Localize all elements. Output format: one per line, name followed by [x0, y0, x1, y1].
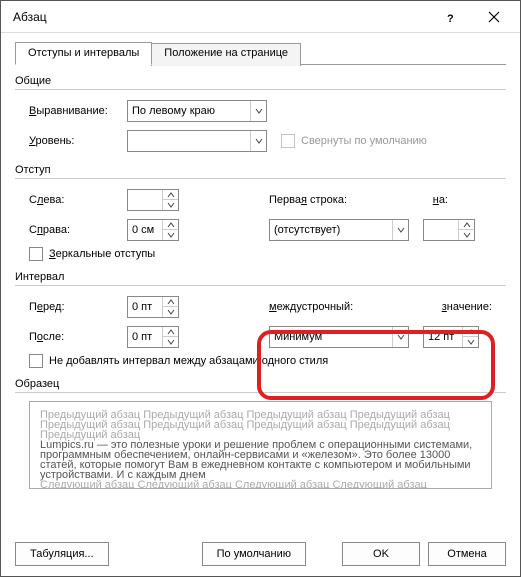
alignment-combo[interactable] [127, 100, 267, 122]
group-indent: Отступ Слева: Первая строка: на: Справа: [15, 164, 506, 261]
chevron-down-icon[interactable] [250, 101, 266, 121]
footer: Табуляция... По умолчанию OK Отмена [1, 532, 520, 576]
after-label: После: [15, 331, 127, 343]
help-button[interactable]: ? [428, 2, 472, 32]
nospace-checkbox[interactable] [29, 354, 43, 368]
ok-button[interactable]: OK [342, 542, 420, 566]
chevron-down-icon[interactable] [392, 327, 408, 347]
tabstrip: Отступы и интервалы Положение на страниц… [15, 41, 506, 65]
up-icon[interactable] [459, 220, 474, 230]
level-value[interactable] [128, 131, 250, 151]
up-icon[interactable] [163, 220, 178, 230]
indent-left-spinner[interactable] [127, 189, 179, 211]
indent-by-spinner[interactable] [423, 219, 475, 241]
group-preview-label: Образец [15, 378, 506, 390]
tabs-button[interactable]: Табуляция... [15, 542, 109, 566]
mirror-checkbox[interactable] [29, 247, 43, 261]
down-icon[interactable] [163, 230, 178, 240]
down-icon[interactable] [163, 200, 178, 210]
indent-left-label: Слева: [15, 194, 127, 206]
dialog-title: Абзац [13, 10, 428, 24]
tab-position[interactable]: Положение на странице [151, 43, 301, 66]
tab-indents[interactable]: Отступы и интервалы [15, 42, 152, 65]
after-spinner[interactable] [127, 326, 179, 348]
paragraph-dialog: Абзац ? Отступы и интервалы Положение на… [0, 0, 521, 577]
alignment-label: Выравнивание: [15, 105, 127, 117]
before-spinner[interactable] [127, 296, 179, 318]
line-spacing-combo[interactable] [269, 326, 409, 348]
down-icon[interactable] [463, 337, 478, 347]
first-line-label: Первая строка: [269, 194, 347, 206]
at-spinner[interactable] [423, 326, 479, 348]
svg-text:?: ? [447, 13, 454, 23]
down-icon[interactable] [163, 307, 178, 317]
group-indent-label: Отступ [15, 164, 506, 176]
preview-box: Предыдущий абзац Предыдущий абзац Предыд… [29, 401, 492, 489]
collapse-label: Свернуты по умолчанию [301, 135, 427, 147]
at-label: значение: [442, 301, 492, 313]
group-spacing-label: Интервал [15, 271, 506, 283]
level-combo[interactable] [127, 130, 267, 152]
group-preview: Образец Предыдущий абзац Предыдущий абза… [15, 378, 506, 489]
group-general: Общие Выравнивание: Уровень: Свернуты по… [15, 75, 506, 154]
default-button[interactable]: По умолчанию [202, 542, 306, 566]
collapse-checkbox[interactable] [281, 134, 295, 148]
first-line-combo[interactable] [269, 219, 409, 241]
dialog-body: Отступы и интервалы Положение на страниц… [1, 33, 520, 532]
mirror-label: Зеркальные отступы [49, 248, 155, 260]
chevron-down-icon[interactable] [250, 131, 266, 151]
down-icon[interactable] [459, 230, 474, 240]
preview-prev: Предыдущий абзац Предыдущий абзац Предыд… [40, 410, 481, 440]
up-icon[interactable] [163, 327, 178, 337]
preview-next: Следующий абзац Следующий абзац Следующи… [40, 480, 481, 489]
indent-by-label: на: [433, 194, 448, 206]
group-spacing: Интервал Перед: междустрочный: значение:… [15, 271, 506, 368]
preview-body: Lumpics.ru — это полезные уроки и решени… [40, 440, 481, 480]
level-label: Уровень: [15, 135, 127, 147]
alignment-value[interactable] [128, 101, 250, 121]
before-label: Перед: [15, 301, 127, 313]
indent-right-spinner[interactable] [127, 219, 179, 241]
titlebar: Абзац ? [1, 1, 520, 33]
cancel-button[interactable]: Отмена [428, 542, 506, 566]
indent-right-label: Справа: [15, 224, 127, 236]
up-icon[interactable] [163, 297, 178, 307]
line-spacing-label: междустрочный: [269, 301, 353, 313]
up-icon[interactable] [463, 327, 478, 337]
close-button[interactable] [472, 2, 516, 32]
group-general-label: Общие [15, 75, 506, 87]
down-icon[interactable] [163, 337, 178, 347]
up-icon[interactable] [163, 190, 178, 200]
chevron-down-icon[interactable] [392, 220, 408, 240]
nospace-label: Не добавлять интервал между абзацами одн… [49, 355, 328, 367]
